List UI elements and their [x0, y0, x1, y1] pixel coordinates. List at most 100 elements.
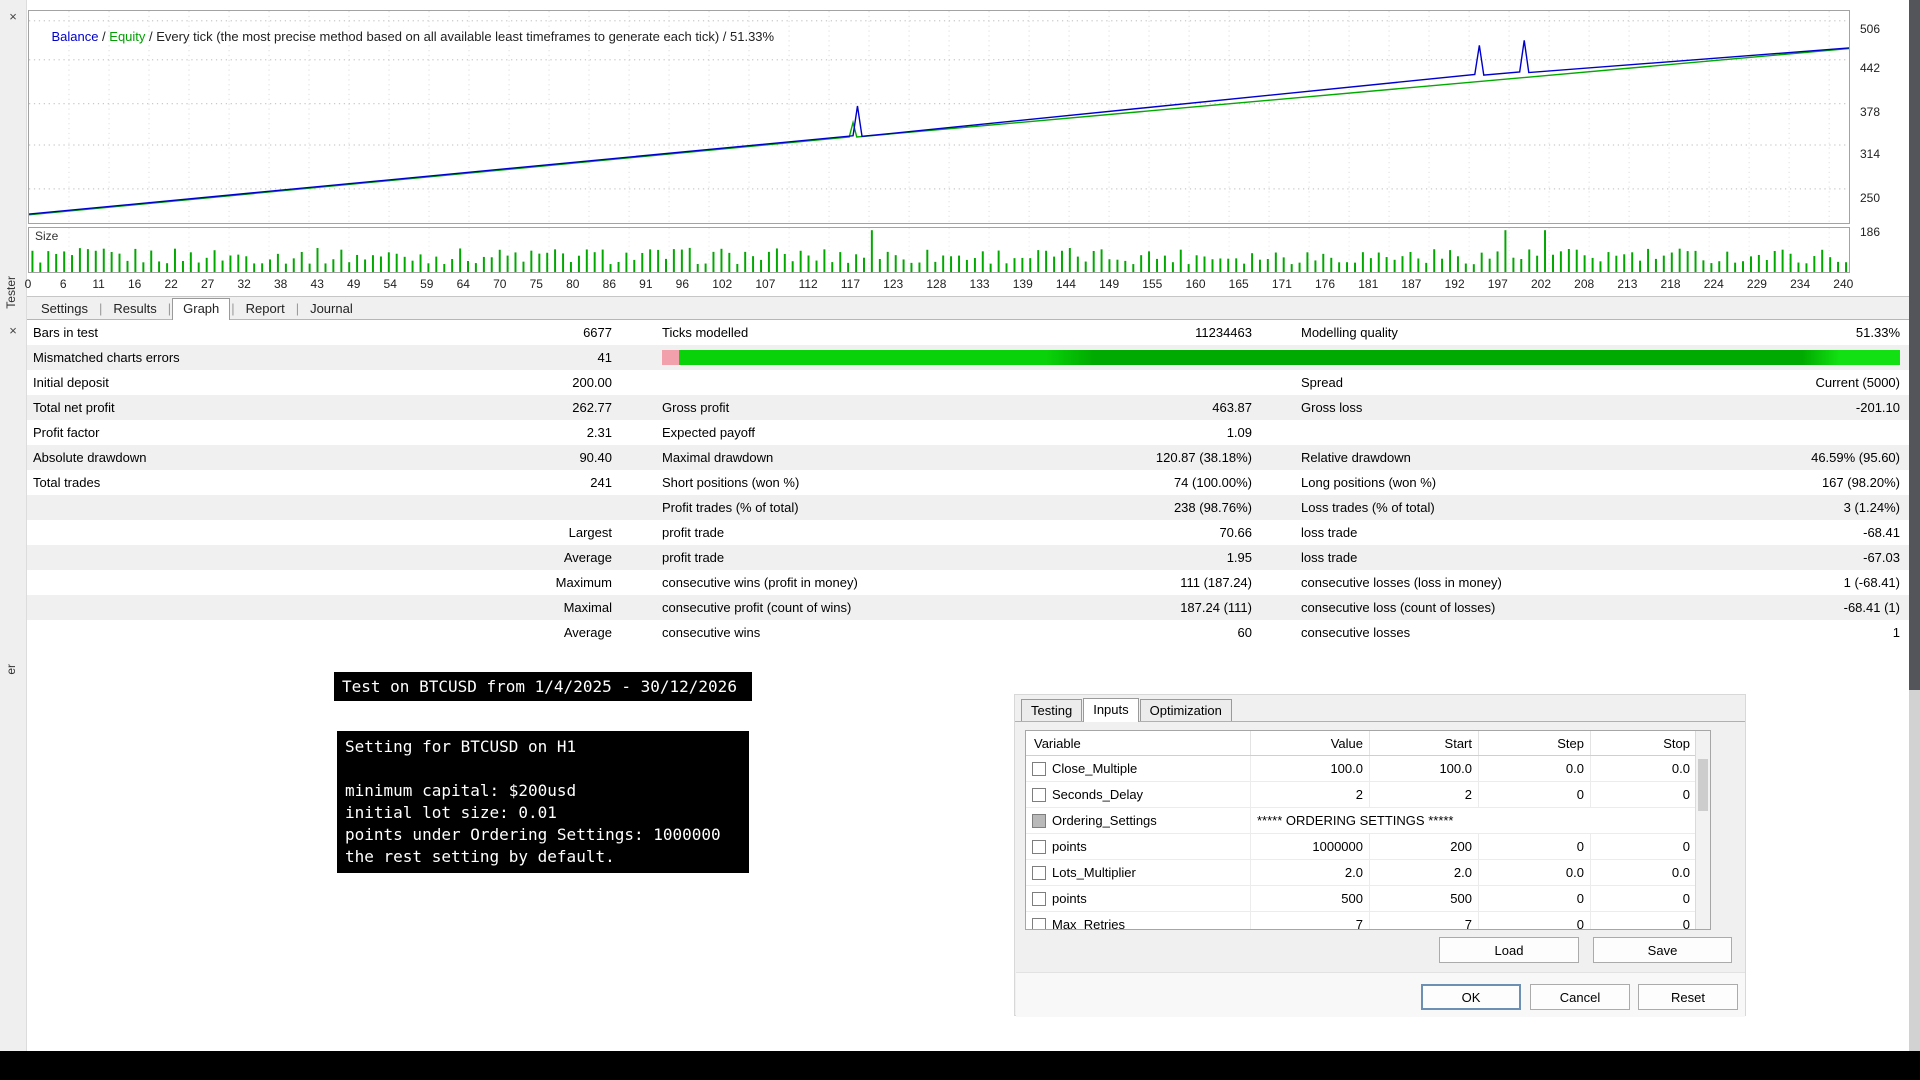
x-axis-tick: 160 — [1185, 277, 1206, 291]
legend-method-label: Every tick (the most precise method base… — [156, 29, 720, 44]
modelling-quality-bar — [679, 350, 1900, 365]
results-cell: -201.10 — [1855, 400, 1900, 415]
tab-graph[interactable]: Graph — [172, 297, 231, 321]
input-stop[interactable]: 0 — [1591, 912, 1696, 929]
x-axis-tick: 187 — [1401, 277, 1422, 291]
input-variable-name: Seconds_Delay — [1052, 787, 1144, 802]
results-cell: loss trade — [1301, 525, 1358, 540]
close-icon[interactable] — [5, 8, 21, 24]
results-cell: consecutive wins — [662, 625, 761, 640]
legend-equity-label: Equity — [109, 29, 146, 44]
save-button[interactable]: Save — [1593, 937, 1732, 963]
window-scrollbar-track[interactable] — [1909, 690, 1920, 1051]
input-start[interactable]: 100.0 — [1370, 756, 1479, 781]
input-start[interactable]: 7 — [1370, 912, 1479, 929]
input-start[interactable]: 500 — [1370, 886, 1479, 911]
results-cell: 11234463 — [1195, 325, 1252, 340]
checkbox[interactable] — [1032, 891, 1046, 906]
checkbox[interactable] — [1032, 865, 1046, 880]
x-axis-tick: 165 — [1228, 277, 1249, 291]
results-cell: profit trade — [662, 550, 725, 565]
results-row: Maximum consecutive wins (profit in money… — [27, 570, 1909, 595]
x-axis-tick: 144 — [1055, 277, 1076, 291]
close-icon[interactable] — [5, 322, 21, 338]
results-cell: 60 — [1237, 625, 1252, 640]
results-cell: 120.87 (38.18%) — [1155, 450, 1252, 465]
input-value[interactable]: 100.0 — [1251, 756, 1370, 781]
results-cell: Total trades — [33, 475, 101, 490]
checkbox[interactable] — [1032, 787, 1046, 802]
tester-vertical-label: Tester — [4, 276, 18, 309]
input-stop[interactable]: 0.0 — [1591, 756, 1696, 781]
input-start[interactable]: 2 — [1370, 782, 1479, 807]
x-axis-tick: 171 — [1271, 277, 1292, 291]
results-cell: Relative drawdown — [1301, 450, 1411, 465]
input-stop[interactable]: 0 — [1591, 782, 1696, 807]
inputs-scrollbar[interactable] — [1695, 731, 1710, 929]
tab-report[interactable]: Report — [236, 299, 295, 318]
x-axis-tick: 202 — [1530, 277, 1551, 291]
window-scrollbar[interactable] — [1909, 0, 1920, 690]
input-stop[interactable]: 0 — [1591, 834, 1696, 859]
input-step[interactable]: 0 — [1479, 912, 1591, 929]
input-stop[interactable]: 0.0 — [1591, 860, 1696, 885]
tab-journal[interactable]: Journal — [300, 299, 363, 318]
input-value[interactable]: 1000000 — [1251, 834, 1370, 859]
input-value[interactable]: 2 — [1251, 782, 1370, 807]
results-cell: Expected payoff — [662, 425, 755, 440]
results-row: Profit factor 2.31 Expected payoff 1.09 — [27, 420, 1909, 445]
results-cell: 1 — [1892, 625, 1900, 640]
results-row: Total net profit 262.77 Gross profit 463.87… — [27, 395, 1909, 420]
reset-button[interactable]: Reset — [1638, 984, 1738, 1010]
input-step[interactable]: 0 — [1479, 782, 1591, 807]
results-cell: Profit trades (% of total) — [662, 500, 799, 515]
input-start[interactable]: 2.0 — [1370, 860, 1479, 885]
checkbox[interactable] — [1032, 813, 1046, 828]
results-cell: consecutive losses (loss in money) — [1301, 575, 1502, 590]
inputs-table: Variable Value Start Step Stop Close_Multipl… — [1025, 730, 1711, 930]
input-variable-cell: points — [1026, 834, 1251, 859]
results-cell: 200.00 — [572, 375, 612, 390]
tester-vertical-label-partial: er — [4, 664, 18, 675]
input-value[interactable]: 2.0 — [1251, 860, 1370, 885]
tab-results[interactable]: Results — [103, 299, 166, 318]
x-axis-tick: 32 — [237, 277, 251, 291]
balance-equity-chart[interactable]: Balance / Equity / Every tick (the most … — [28, 10, 1850, 224]
ok-button[interactable]: OK — [1421, 984, 1521, 1010]
input-start[interactable]: 200 — [1370, 834, 1479, 859]
quality-bar-mismatch-segment — [662, 350, 679, 365]
input-value[interactable]: 7 — [1251, 912, 1370, 929]
input-step[interactable]: 0 — [1479, 834, 1591, 859]
legend-balance-label: Balance — [51, 29, 99, 44]
legend-separator: / — [98, 29, 110, 44]
results-row: Absolute drawdown 90.40 Maximal drawdown 12… — [27, 445, 1909, 470]
input-step[interactable]: 0.0 — [1479, 756, 1591, 781]
input-variable-name: Max_Retries — [1052, 917, 1125, 930]
input-stop[interactable]: 0 — [1591, 886, 1696, 911]
checkbox[interactable] — [1032, 839, 1046, 854]
dialog-tab-inputs[interactable]: Inputs — [1083, 698, 1139, 722]
tab-settings[interactable]: Settings — [31, 299, 98, 318]
x-axis-tick: 234 — [1790, 277, 1811, 291]
x-axis-tick: 240 — [1833, 277, 1854, 291]
checkbox[interactable] — [1032, 917, 1046, 929]
input-variable-cell: Ordering_Settings — [1026, 808, 1251, 833]
load-button[interactable]: Load — [1439, 937, 1579, 963]
size-panel: Size — [28, 227, 1850, 273]
results-row: Average profit trade 1.95 loss trade -67.03 — [27, 545, 1909, 570]
dialog-tab-testing[interactable]: Testing — [1021, 699, 1083, 721]
results-cell: Long positions (won %) — [1301, 475, 1437, 490]
results-row: Mismatched charts errors 41 — [27, 345, 1909, 370]
inputs-header-value: Value — [1251, 731, 1370, 755]
cancel-button[interactable]: Cancel — [1530, 984, 1630, 1010]
input-step[interactable]: 0 — [1479, 886, 1591, 911]
checkbox[interactable] — [1032, 761, 1046, 776]
inputs-scrollbar-thumb[interactable] — [1698, 759, 1708, 811]
results-cell: Total net profit — [33, 400, 115, 415]
results-cell: 167 (98.20%) — [1821, 475, 1900, 490]
input-value[interactable]: 500 — [1251, 886, 1370, 911]
dialog-tab-optimization[interactable]: Optimization — [1139, 699, 1232, 721]
input-step[interactable]: 0.0 — [1479, 860, 1591, 885]
results-cell: 51.33% — [1855, 325, 1900, 340]
x-axis-tick: 229 — [1746, 277, 1767, 291]
